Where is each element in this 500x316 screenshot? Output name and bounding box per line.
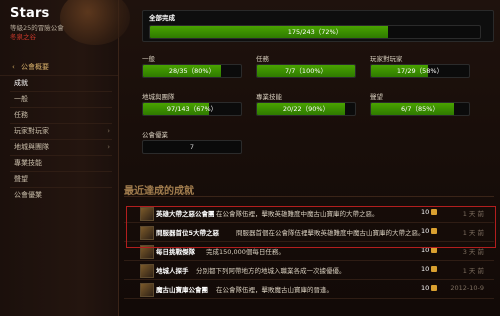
sidebar-item-label: 地城與團隊 xyxy=(14,143,49,151)
achievement-points: 10 xyxy=(421,284,438,292)
left-sidebar: Stars 等級25的冒險公會 冬泉之谷 ‹ 公會概要 成就 一般 任務 玩家對… xyxy=(0,0,130,316)
sidebar-item-overview[interactable]: ‹ 公會概要 xyxy=(0,60,118,76)
achievement-description: 分別都下列阿帶地方的地城入職業各成一次據優優。 xyxy=(196,267,346,275)
shield-icon xyxy=(431,266,438,272)
sidebar-item-label: 專業技能 xyxy=(14,159,42,167)
category-card-dungeons-raids[interactable]: 地城與團隊 97/143（67%） xyxy=(142,92,242,116)
sidebar-item-label: 聲望 xyxy=(14,175,28,183)
list-item[interactable]: 魔古山寶庫公會團 在公會隊伍裡，擊敗魔古山寶庫的晉逢。 10 2012-10-9 xyxy=(124,280,494,299)
sidebar-nav: ‹ 公會概要 成就 一般 任務 玩家對玩家 › 地城與團隊 › 專業技能 聲望 … xyxy=(0,60,118,203)
progress-text: 175/243（72%） xyxy=(287,28,343,36)
category-card-general[interactable]: 一般 28/35（80%） xyxy=(142,54,242,78)
sidebar-item-guild-feats[interactable]: 公會優業 xyxy=(0,188,118,203)
points-value: 10 xyxy=(421,284,430,292)
category-progress-bar: 20/22（90%） xyxy=(256,102,356,116)
back-arrow-icon: ‹ xyxy=(12,63,15,71)
list-item[interactable]: 地城人探手 分別都下列阿帶地方的地城入職業各成一次據優優。 10 1 天 前 xyxy=(124,261,494,280)
total-progress-label: 全部完成 xyxy=(149,14,175,22)
guild-feats-value: 7 xyxy=(189,143,195,151)
sidebar-item-pvp[interactable]: 玩家對玩家 › xyxy=(0,124,118,139)
category-progress-bar: 6/7（85%） xyxy=(370,102,470,116)
category-label: 任務 xyxy=(256,55,269,63)
total-progress-card: 全部完成 175/243（72%） xyxy=(142,10,494,42)
sidebar-item-label: 公會概要 xyxy=(21,63,50,71)
sidebar-item-label: 任務 xyxy=(14,111,28,119)
sidebar-item-quests[interactable]: 任務 xyxy=(0,108,118,123)
points-value: 10 xyxy=(421,265,430,273)
page-root: { "guild": { "name": "Stars", "level_lin… xyxy=(0,0,500,316)
achievement-icon xyxy=(140,283,154,297)
category-label: 地城與團隊 xyxy=(142,93,175,101)
category-progress-bar: 7/7（100%） xyxy=(256,64,356,78)
category-card-reputation[interactable]: 聲望 6/7（85%） xyxy=(370,92,470,116)
shield-icon xyxy=(431,285,438,291)
achievement-name[interactable]: 魔古山寶庫公會團 xyxy=(156,284,208,294)
guild-feats-box: 7 xyxy=(142,140,242,154)
category-label: 公會優業 xyxy=(142,131,168,139)
total-progress-bar: 175/243（72%） xyxy=(149,25,481,39)
sidebar-item-reputation[interactable]: 聲望 xyxy=(0,172,118,187)
achievement-date: 2012-10-9 xyxy=(450,284,484,292)
highlight-box xyxy=(126,206,496,248)
achievement-icon xyxy=(140,264,154,278)
category-label: 聲望 xyxy=(370,93,383,101)
category-progress-bar: 97/143（67%） xyxy=(142,102,242,116)
chevron-right-icon: › xyxy=(107,127,110,135)
progress-text: 17/29（58%） xyxy=(396,67,444,75)
sidebar-item-label: 成就 xyxy=(14,79,28,87)
achievement-points: 10 xyxy=(421,265,438,273)
category-progress-bar: 17/29（58%） xyxy=(370,64,470,78)
progress-text: 28/35（80%） xyxy=(168,67,216,75)
guild-realm: 冬泉之谷 xyxy=(10,33,36,41)
sidebar-item-label: 一般 xyxy=(14,95,28,103)
sidebar-item-professions[interactable]: 專業技能 xyxy=(0,156,118,171)
category-card-quests[interactable]: 任務 7/7（100%） xyxy=(256,54,356,78)
progress-text: 7/7（100%） xyxy=(284,67,328,75)
category-card-guild-feats[interactable]: 公會優業 7 xyxy=(142,130,242,154)
category-label: 一般 xyxy=(142,55,155,63)
chevron-right-icon: › xyxy=(107,143,110,151)
category-label: 玩家對玩家 xyxy=(370,55,403,63)
sidebar-item-label: 玩家對玩家 xyxy=(14,127,49,135)
category-card-pvp[interactable]: 玩家對玩家 17/29（58%） xyxy=(370,54,470,78)
sidebar-item-achievements[interactable]: 成就 xyxy=(0,76,118,91)
achievement-date: 1 天 前 xyxy=(462,267,484,275)
sidebar-item-dungeons-raids[interactable]: 地城與團隊 › xyxy=(0,140,118,155)
category-card-professions[interactable]: 專業技能 20/22（90%） xyxy=(256,92,356,116)
recent-achievements-title: 最近達成的成就 xyxy=(124,186,194,197)
divider xyxy=(124,196,494,197)
progress-text: 20/22（90%） xyxy=(282,105,330,113)
category-progress-bar: 28/35（80%） xyxy=(142,64,242,78)
category-label: 專業技能 xyxy=(256,93,282,101)
achievement-description: 在公會隊伍裡，擊敗魔古山寶庫的晉逢。 xyxy=(216,286,333,294)
progress-text: 6/7（85%） xyxy=(401,105,439,113)
guild-name: Stars xyxy=(10,6,50,21)
guild-emblem-icon xyxy=(60,0,130,45)
sidebar-item-label: 公會優業 xyxy=(14,191,42,199)
progress-text: 97/143（67%） xyxy=(166,105,218,113)
sidebar-item-general[interactable]: 一般 xyxy=(0,92,118,107)
achievement-name[interactable]: 地城人探手 xyxy=(156,265,189,275)
